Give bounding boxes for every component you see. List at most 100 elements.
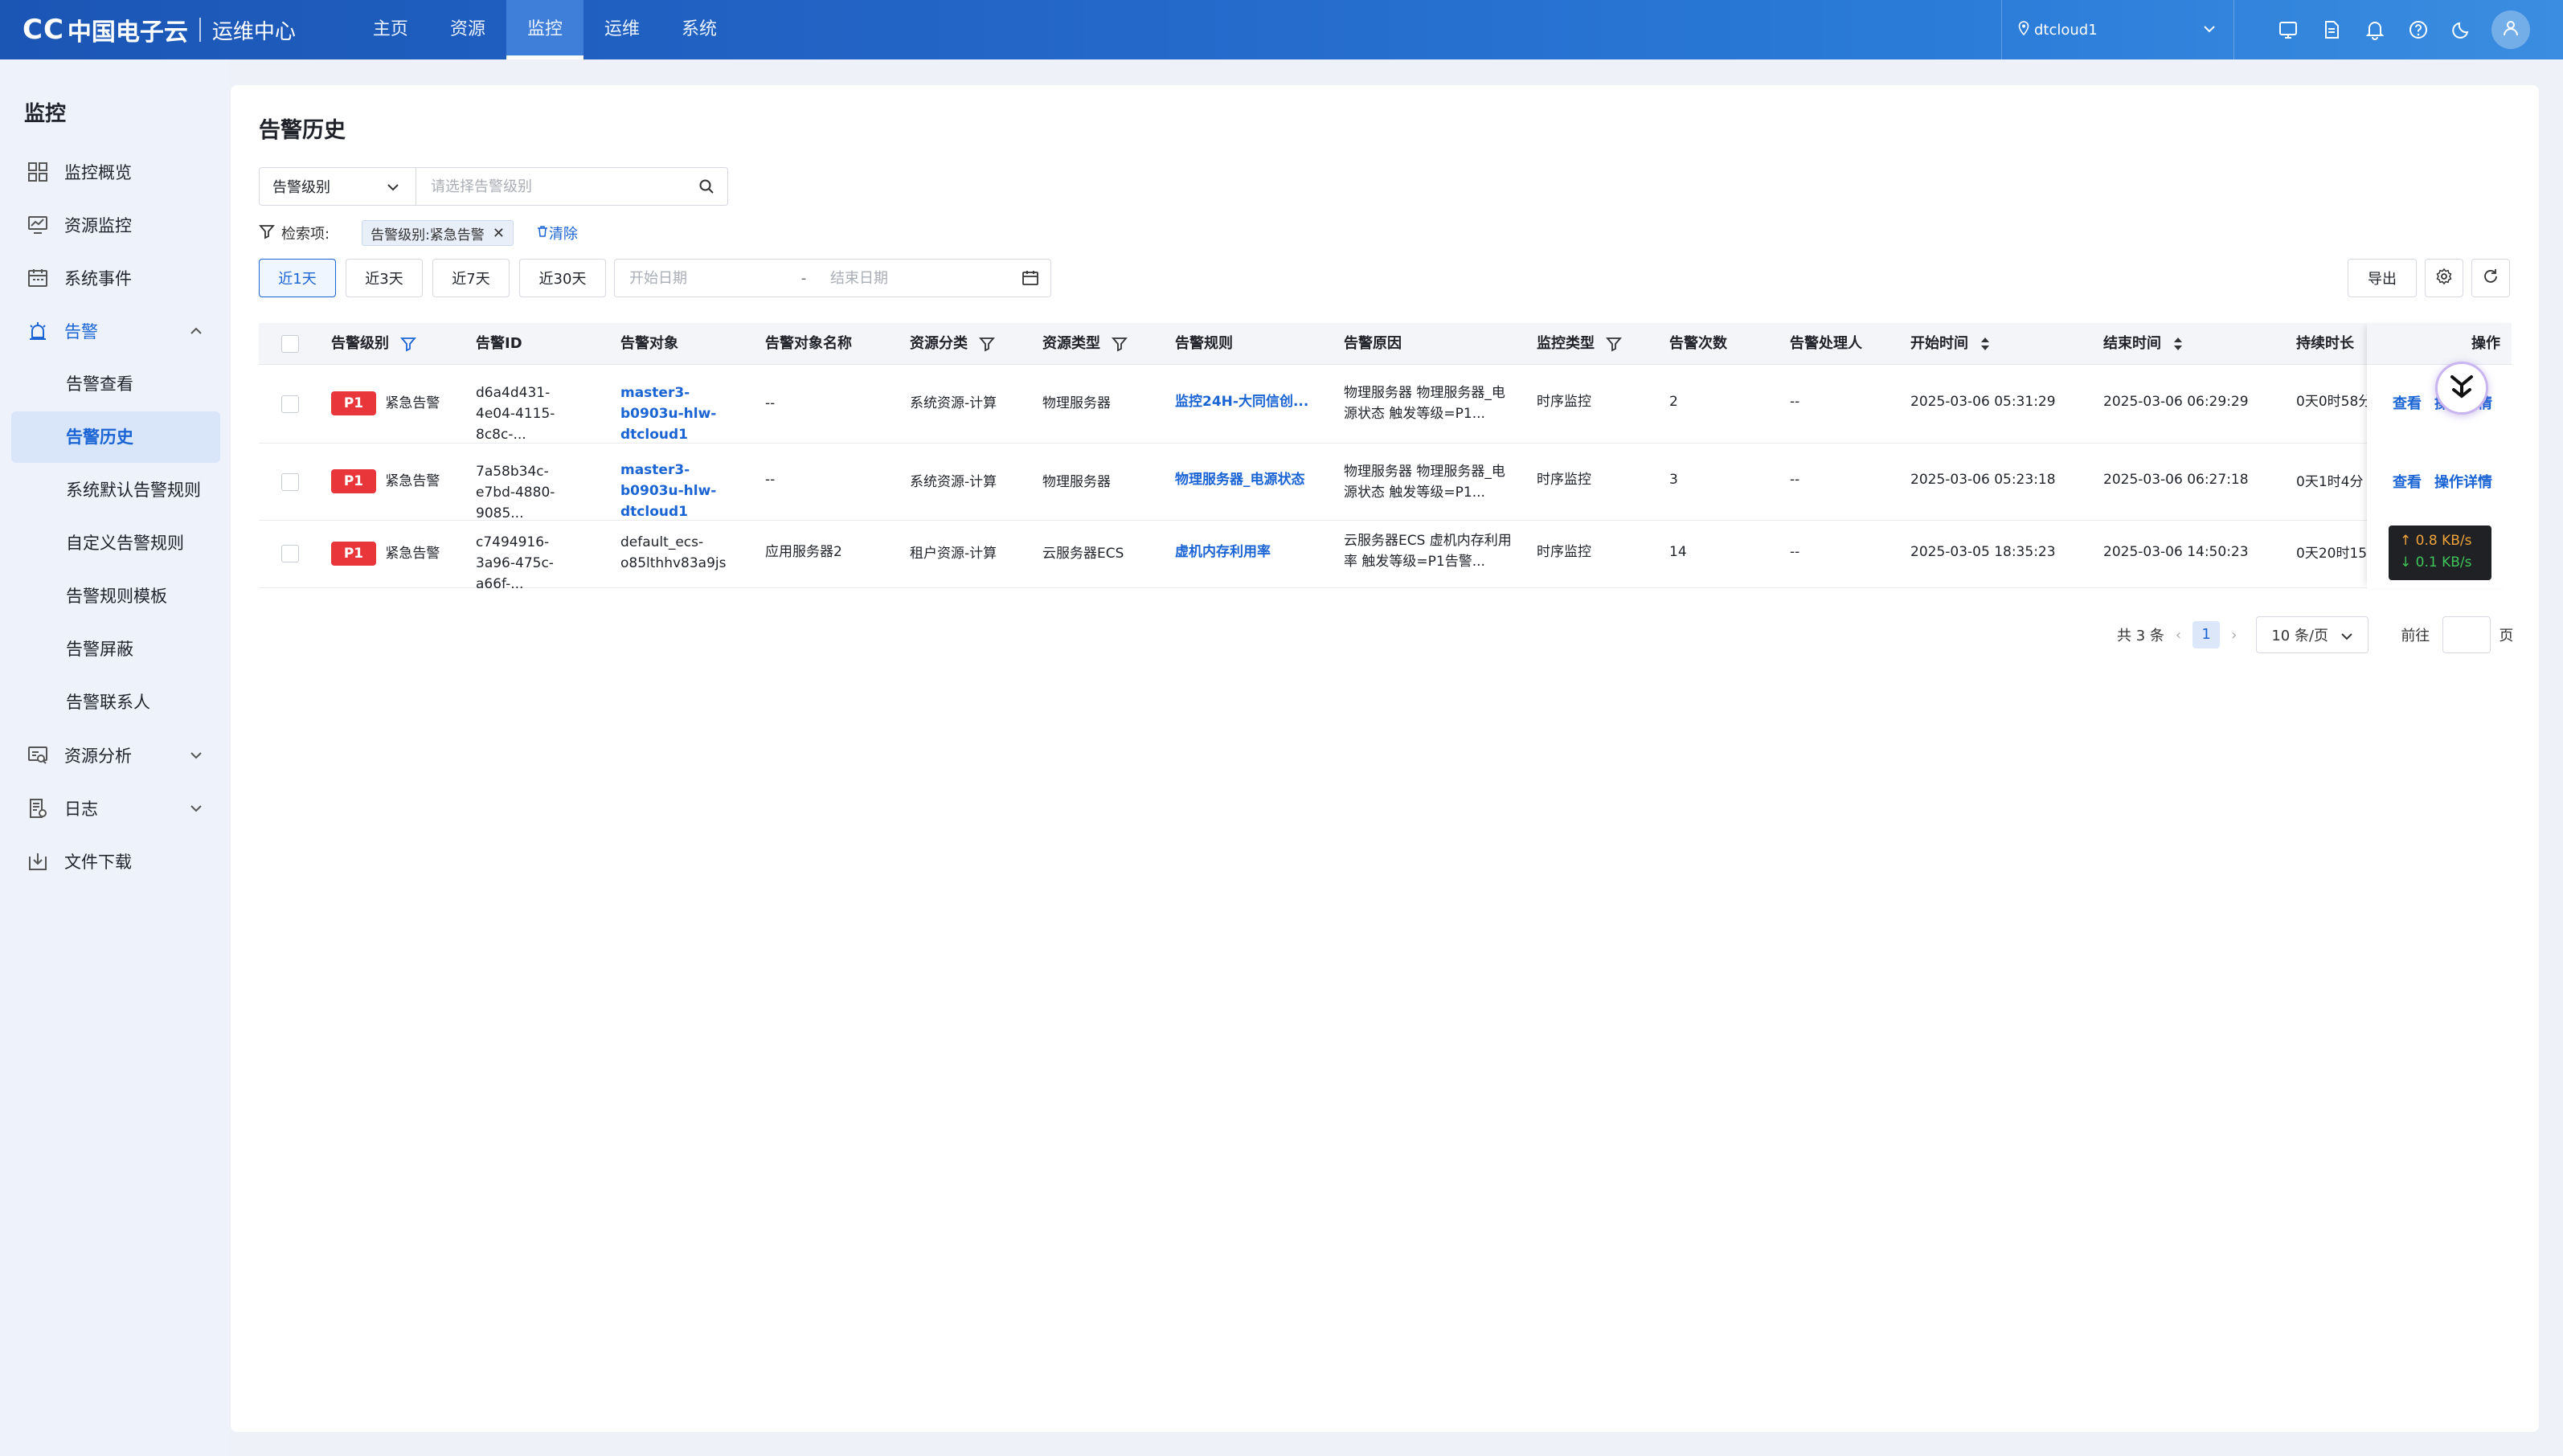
target-name-cell: -- [765, 395, 776, 411]
nav-monitor[interactable]: 监控 [506, 0, 583, 59]
view-link[interactable]: 查看 [2393, 474, 2422, 491]
sidebar-subitem-alarm-history[interactable]: 告警历史 [11, 411, 220, 463]
col-rule: 告警规则 [1175, 335, 1233, 352]
screen-icon[interactable] [2266, 0, 2310, 59]
logo[interactable]: CC 中国电子云 运维中心 [23, 0, 296, 59]
alarm-target-link[interactable]: master3-b0903u-hlw-dtcloud1 [620, 460, 745, 522]
analysis-icon [24, 742, 51, 769]
col-start-time[interactable]: 开始时间 [1910, 323, 1991, 365]
time-button-7d[interactable]: 近7天 [432, 259, 510, 297]
sidebar-subitem-alarm-mask[interactable]: 告警屏蔽 [11, 624, 220, 675]
refresh-icon [2482, 268, 2500, 289]
calendar-icon [24, 264, 51, 292]
nav-system[interactable]: 系统 [661, 0, 738, 59]
filter-icon[interactable] [1112, 336, 1128, 352]
time-button-1d[interactable]: 近1天 [259, 259, 336, 297]
sidebar-item-label: 资源监控 [64, 216, 132, 235]
clear-criteria-button[interactable]: 清除 [536, 223, 578, 243]
sidebar-item-resource-monitor[interactable]: 资源监控 [11, 199, 220, 251]
row-checkbox[interactable] [281, 545, 299, 562]
sidebar-item-file-download[interactable]: 文件下载 [11, 836, 220, 887]
moon-icon[interactable] [2440, 0, 2483, 59]
row-checkbox[interactable] [281, 395, 299, 413]
main-panel: 告警历史 告警级别 检索项: 告警级别:紧急告警 ✕ 清除 近1天 近3天 [231, 85, 2539, 1432]
filter-icon[interactable] [979, 336, 995, 352]
page-size-select[interactable]: 10 条/页 [2256, 616, 2369, 653]
pagination: 共 3 条 ‹ 1 › 10 条/页 前往 页 [2117, 616, 2513, 654]
table-header: 告警级别 告警ID 告警对象 告警对象名称 资源分类 资源类型 告警规则 告警原… [259, 323, 2512, 365]
sidebar-subitem-rule-templates[interactable]: 告警规则模板 [11, 571, 220, 622]
resource-type-cell: 物理服务器 [1042, 474, 1111, 490]
operation-detail-link[interactable]: 操作详情 [2434, 474, 2492, 491]
sidebar-subitem-alarm-view[interactable]: 告警查看 [11, 358, 220, 410]
col-reason: 告警原因 [1344, 335, 1402, 352]
top-toolbar [2266, 0, 2530, 59]
sidebar-subitem-default-rules[interactable]: 系统默认告警规则 [11, 464, 220, 516]
export-button[interactable]: 导出 [2348, 259, 2417, 297]
page-unit-label: 页 [2499, 628, 2514, 644]
user-icon [2501, 18, 2520, 42]
next-page-icon[interactable]: › [2231, 627, 2237, 644]
page-number-current[interactable]: 1 [2192, 621, 2221, 648]
handler-cell: -- [1790, 394, 1800, 410]
time-button-30d[interactable]: 近30天 [519, 259, 606, 297]
view-link[interactable]: 查看 [2393, 395, 2422, 412]
criteria-tag-text: 告警级别:紧急告警 [371, 227, 485, 243]
start-date-input[interactable] [615, 269, 792, 287]
end-time-cell: 2025-03-06 14:50:23 [2103, 544, 2249, 560]
col-duration: 持续时长 [2296, 335, 2354, 352]
bell-icon[interactable] [2353, 0, 2397, 59]
sidebar-item-resource-analysis[interactable]: 资源分析 [11, 730, 220, 781]
settings-button[interactable] [2425, 259, 2463, 297]
col-count: 告警次数 [1669, 335, 1727, 352]
monitor-icon [24, 211, 51, 239]
calendar-icon[interactable] [1022, 269, 1039, 291]
col-end-time[interactable]: 结束时间 [2103, 323, 2184, 365]
alarm-rule-link[interactable]: 物理服务器_电源状态 [1175, 469, 1336, 490]
resource-type-cell: 云服务器ECS [1042, 546, 1124, 562]
search-criteria: 检索项: 告警级别:紧急告警 ✕ 清除 [259, 219, 578, 247]
alarm-level-cell: P1 紧急告警 [331, 469, 440, 493]
user-avatar[interactable] [2491, 10, 2530, 49]
col-monitor-type: 监控类型 [1537, 323, 1622, 365]
criteria-label: 检索项: [281, 226, 330, 243]
sidebar-subitem-custom-rules[interactable]: 自定义告警规则 [11, 517, 220, 569]
nav-home[interactable]: 主页 [352, 0, 429, 59]
start-time-cell: 2025-03-06 05:23:18 [1910, 472, 2056, 488]
region-selector[interactable]: dtcloud1 [2001, 0, 2234, 59]
nav-resource[interactable]: 资源 [429, 0, 506, 59]
duration-cell: 0天1时4分 [2296, 474, 2364, 490]
select-all-checkbox[interactable] [281, 323, 299, 365]
sidebar-subitem-alarm-contacts[interactable]: 告警联系人 [11, 677, 220, 728]
alarm-target-cell: default_ecs-o85lthhv83a9js [620, 534, 727, 571]
sidebar-item-logs[interactable]: 日志 [11, 783, 220, 834]
alarm-target-link[interactable]: master3-b0903u-hlw-dtcloud1 [620, 382, 745, 445]
search-icon[interactable] [686, 168, 727, 205]
filter-icon[interactable] [400, 336, 416, 352]
app-name: 运维中心 [211, 19, 296, 44]
prev-page-icon[interactable]: ‹ [2176, 627, 2181, 644]
goto-page-input[interactable] [2442, 616, 2491, 653]
col-target: 告警对象 [620, 335, 678, 352]
alarm-rule-link[interactable]: 监控24H-大同信创... [1175, 391, 1328, 412]
row-checkbox[interactable] [281, 473, 299, 491]
assistant-bot-button[interactable] [2435, 362, 2488, 415]
table-row: P1 紧急告警 d6a4d431-4e04-4115-8c8c-... mast… [259, 365, 2512, 444]
refresh-button[interactable] [2471, 259, 2510, 297]
sidebar-item-alarm[interactable]: 告警 [11, 305, 220, 357]
region-value: dtcloud1 [2034, 21, 2098, 39]
sort-icon [1980, 336, 1991, 352]
filter-value-input[interactable] [416, 168, 686, 205]
filter-icon[interactable] [1606, 336, 1622, 352]
end-date-input[interactable] [816, 269, 993, 287]
help-icon[interactable] [2397, 0, 2440, 59]
alarm-rule-link[interactable]: 虚机内存利用率 [1175, 542, 1336, 562]
sidebar-item-system-events[interactable]: 系统事件 [11, 252, 220, 304]
close-icon[interactable]: ✕ [493, 225, 505, 242]
sidebar-item-overview[interactable]: 监控概览 [11, 146, 220, 198]
nav-ops[interactable]: 运维 [583, 0, 661, 59]
filter-field-select[interactable]: 告警级别 [260, 168, 416, 205]
time-button-3d[interactable]: 近3天 [346, 259, 423, 297]
chevron-down-icon [385, 179, 401, 199]
document-icon[interactable] [2310, 0, 2353, 59]
